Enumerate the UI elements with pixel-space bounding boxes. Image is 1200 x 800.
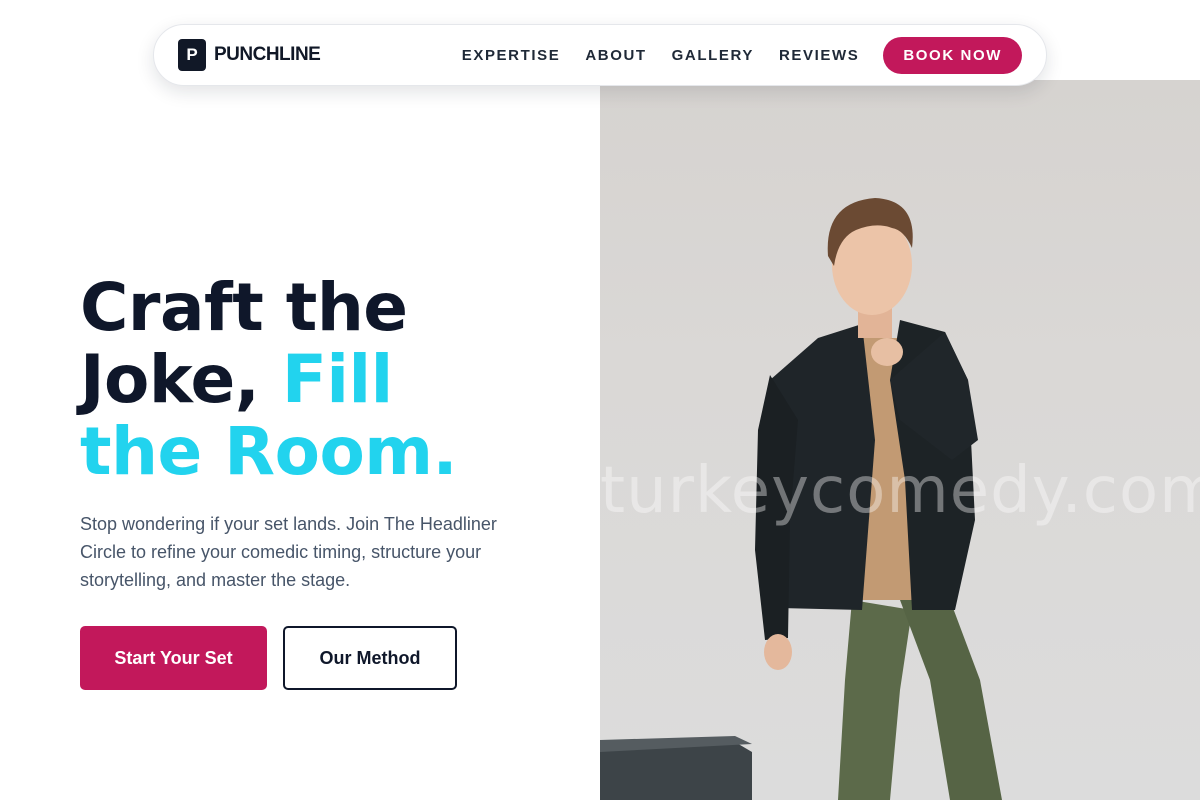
our-method-button[interactable]: Our Method bbox=[283, 626, 457, 690]
headline-line2-accent: Fill bbox=[281, 341, 393, 418]
headline-line1: Craft the bbox=[80, 269, 408, 346]
nav-link-about[interactable]: ABOUT bbox=[585, 47, 646, 64]
headline-line3-accent: the Room. bbox=[80, 413, 458, 490]
headline-line2-dark: Joke, bbox=[80, 341, 260, 418]
start-your-set-button[interactable]: Start Your Set bbox=[80, 626, 267, 690]
model-photo bbox=[600, 198, 1002, 800]
nav-link-gallery[interactable]: GALLERY bbox=[672, 47, 754, 64]
book-now-button[interactable]: BOOK NOW bbox=[883, 36, 1022, 74]
hero-headline: Craft the Joke, Fill the Room. bbox=[80, 272, 600, 488]
nav-links: EXPERTISE ABOUT GALLERY REVIEWS BOOK NOW bbox=[462, 36, 1022, 74]
logo-mark-icon: P bbox=[178, 39, 206, 71]
hero-image: turkeycomedy.com bbox=[600, 80, 1200, 800]
nav-link-reviews[interactable]: REVIEWS bbox=[779, 47, 859, 64]
top-navbar: P PUNCHLINE EXPERTISE ABOUT GALLERY REVI… bbox=[153, 24, 1047, 86]
brand-name: PUNCHLINE bbox=[214, 44, 321, 65]
watermark-text: turkeycomedy.com bbox=[600, 454, 1200, 528]
brand-logo[interactable]: P PUNCHLINE bbox=[178, 39, 321, 71]
hero-subtext: Stop wondering if your set lands. Join T… bbox=[80, 514, 497, 590]
nav-link-expertise[interactable]: EXPERTISE bbox=[462, 47, 561, 64]
